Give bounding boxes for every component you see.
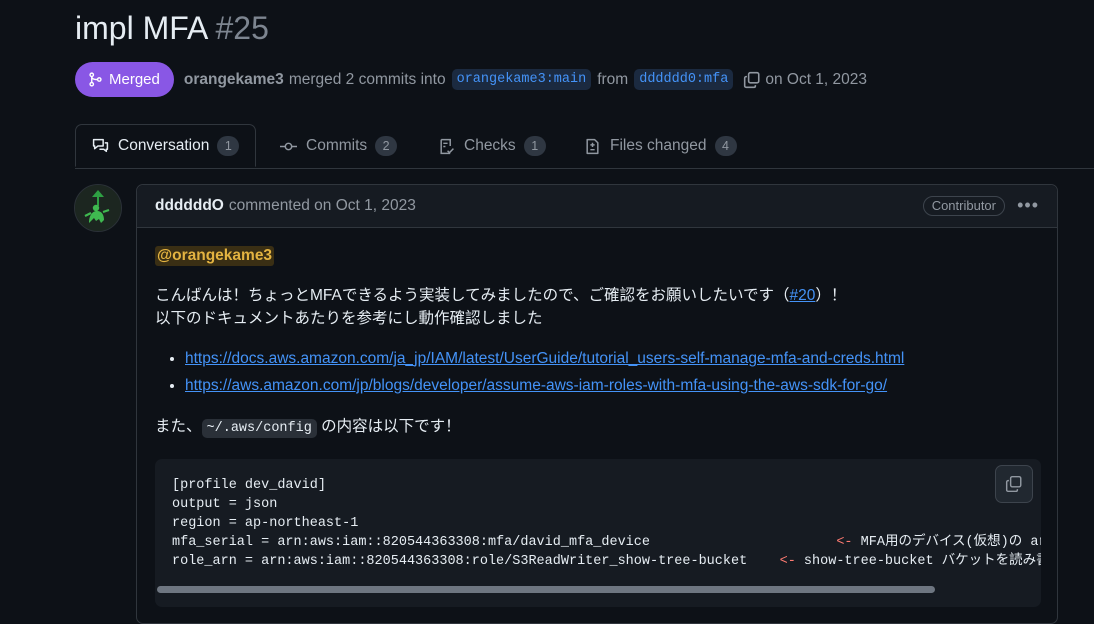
tab-files-changed[interactable]: Files changed 4 [584,124,737,168]
text-line: 以下のドキュメントあたりを参考にし動作確認しました [155,310,543,327]
code-line: mfa_serial = arn:aws:iam::820544363308:m… [172,535,650,550]
merge-date: on Oct 1, 2023 [765,70,868,88]
from-text: from [597,70,629,88]
text-line: また、 [155,418,202,435]
comment-action: commented on Oct 1, 2023 [228,197,416,214]
commit-icon [280,142,297,150]
tab-count: 2 [375,136,398,156]
pr-title: impl MFA #25 [75,10,269,47]
code-arrow: <- [836,535,853,550]
avatar[interactable] [74,184,122,232]
text-line: の内容は以下です！ [321,418,461,435]
kebab-menu-icon[interactable]: ••• [1017,195,1039,216]
status-badge: Merged [75,62,174,97]
merged-text: merged 2 commits into [288,70,446,88]
comment-author-link[interactable]: ddddddO [155,197,224,215]
comment-body: @orangekame3 こんばんは！ちょっとMFAできるよう実装してみましたの… [137,228,1057,440]
tab-label: Checks [464,137,516,154]
inline-code: ~/.aws/config [201,419,317,438]
comment-paragraph: また、 ~/.aws/config の内容は以下です！ [155,415,1039,440]
contributor-badge: Contributor [922,196,1005,216]
pr-number: #25 [215,10,269,46]
comment-box: ddddddO commented on Oct 1, 2023 Contrib… [136,184,1058,624]
list-item: https://aws.amazon.com/jp/blogs/develope… [185,372,1039,399]
copy-icon[interactable] [743,71,761,89]
code-comment: show-tree-bucket バケットを読み書きで [803,554,1041,569]
tab-count: 1 [217,135,240,156]
code-line: region = ap-northeast-1 [172,516,359,531]
text-line: ）！ [815,287,847,304]
issue-link[interactable]: #20 [790,287,816,304]
reference-list: https://docs.aws.amazon.com/ja_jp/IAM/la… [155,345,1039,399]
tab-label: Commits [306,137,368,154]
tab-label: Conversation [118,136,210,154]
pr-tabs: Conversation 1 Commits 2 Checks 1 Files … [75,124,1094,169]
copy-code-button[interactable] [995,465,1033,503]
file-diff-icon [586,138,599,154]
tab-commits[interactable]: Commits 2 [280,124,398,168]
code-block: [profile dev_david] output = json region… [155,459,1041,607]
comment-paragraph: こんばんは！ちょっとMFAできるよう実装してみましたので、ご確認をお願いしたいで… [155,284,1039,330]
code-comment: MFA用のデバイス(仮想)の arn [860,535,1041,550]
code-line: role_arn = arn:aws:iam::820544363308:rol… [172,554,748,569]
horizontal-scrollbar[interactable] [157,586,935,593]
pr-author-link[interactable]: orangekame3 [184,71,284,89]
code-line: output = json [172,497,278,512]
doc-link[interactable]: https://docs.aws.amazon.com/ja_jp/IAM/la… [185,350,904,367]
conversation-icon [92,138,109,153]
text-line: こんばんは！ちょっとMFAできるよう実装してみましたので、ご確認をお願いしたいで… [155,287,790,304]
user-mention[interactable]: @orangekame3 [155,246,275,266]
tab-checks[interactable]: Checks 1 [438,124,546,168]
tab-conversation[interactable]: Conversation 1 [75,124,257,167]
copy-icon [1005,475,1022,493]
code-line: [profile dev_david] [172,478,326,493]
pr-meta: Merged orangekame3 merged 2 commits into… [75,62,867,97]
tab-label: Files changed [610,137,707,154]
avatar-figure-icon [75,185,121,231]
tab-count: 1 [523,136,546,156]
code-content: [profile dev_david] output = json region… [155,459,1041,571]
head-branch[interactable]: dddddd0:mfa [634,69,734,90]
checklist-icon [440,138,454,154]
blog-link[interactable]: https://aws.amazon.com/jp/blogs/develope… [185,377,887,394]
status-label: Merged [109,71,160,88]
comment-header: ddddddO commented on Oct 1, 2023 Contrib… [137,185,1057,228]
base-branch[interactable]: orangekame3:main [451,69,592,90]
merge-icon [89,72,102,87]
tab-count: 4 [714,136,737,156]
list-item: https://docs.aws.amazon.com/ja_jp/IAM/la… [185,345,1039,372]
code-arrow: <- [779,554,796,569]
pr-title-text: impl MFA [75,10,207,46]
